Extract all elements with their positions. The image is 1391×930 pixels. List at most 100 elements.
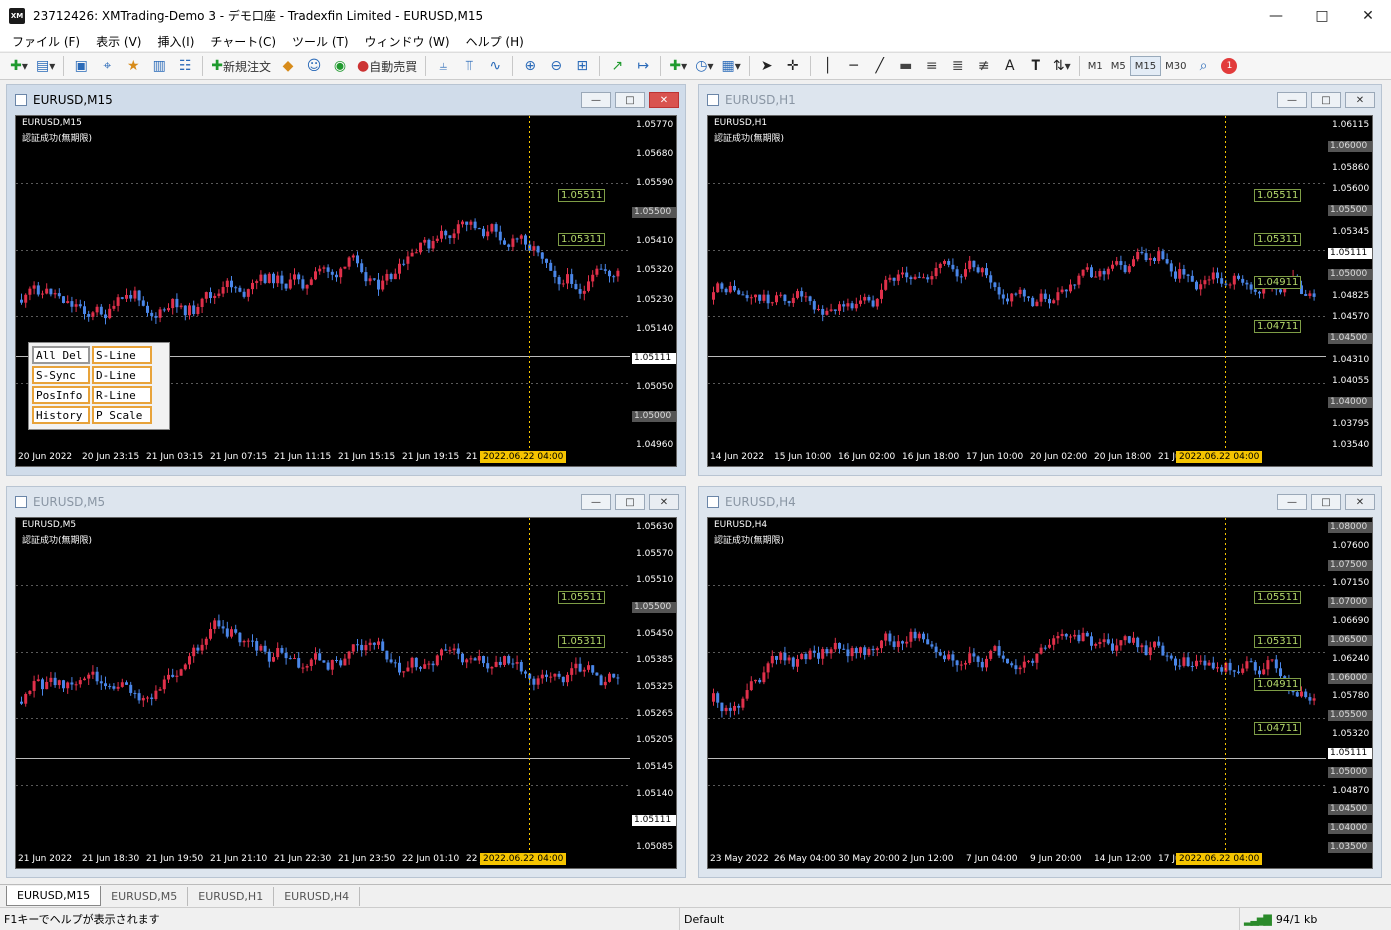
chart-minimize-button[interactable]: — (1277, 92, 1307, 108)
chart-maximize-button[interactable]: □ (1311, 92, 1341, 108)
level-label[interactable]: 1.04911 (1254, 678, 1302, 692)
panel-button-s-line[interactable]: S-Line (92, 346, 152, 364)
price-axis[interactable]: 1.05770 1.05680 1.05590 1.05500 1.05410 1.053… (630, 116, 678, 450)
time-axis[interactable]: 21 Jun 2022 21 Jun 18:30 21 Jun 19:50 21 Ju… (16, 852, 630, 866)
level-label[interactable]: 1.04911 (1254, 276, 1302, 290)
timeframe-m30[interactable]: M30 (1161, 56, 1190, 76)
autoscroll-button[interactable]: ↗ (606, 55, 628, 77)
panel-button-posinfo[interactable]: PosInfo (32, 386, 90, 404)
market-watch-button[interactable]: ▣ (70, 55, 92, 77)
level-label[interactable]: 1.05311 (558, 232, 606, 246)
panel-button-d-line[interactable]: D-Line (92, 366, 152, 384)
chart-maximize-button[interactable]: □ (615, 494, 645, 510)
chart-close-button[interactable]: ✕ (1345, 92, 1375, 108)
candle-chart-button[interactable]: ⫪ (458, 55, 480, 77)
chart-close-button[interactable]: ✕ (649, 494, 679, 510)
chart-window-eurusd-m5[interactable]: EURUSD,M5 — □ ✕ EURUSD,M5 認証成功(無期限) 1.0551… (6, 486, 686, 878)
data-window-button[interactable]: ⌖ (96, 55, 118, 77)
price-axis[interactable]: 1.05630 1.05570 1.05510 1.05500 1.05450 1.053… (630, 518, 678, 852)
time-axis[interactable]: 14 Jun 2022 15 Jun 10:00 16 Jun 02:00 16 Ju… (708, 450, 1326, 464)
new-chart-button[interactable]: ✚ ▾ (8, 55, 30, 77)
panel-button-all-del[interactable]: All Del (32, 346, 90, 364)
chart-canvas[interactable]: EURUSD,H4 認証成功(無期限) 1.05511 1.05311 1.04911 1… (707, 517, 1373, 869)
minimize-icon[interactable]: — (1253, 0, 1299, 31)
notifications-button[interactable]: 1 (1218, 55, 1240, 77)
chart-window-titlebar[interactable]: EURUSD,M5 — □ ✕ (7, 487, 685, 517)
chart-minimize-button[interactable]: — (1277, 494, 1307, 510)
tab-eurusd-h1[interactable]: EURUSD,H1 (188, 886, 275, 906)
fibo-button[interactable]: ≡ (921, 55, 943, 77)
templates-button[interactable]: ▦ ▾ (720, 55, 743, 77)
panel-button-p-scale[interactable]: P Scale (92, 406, 152, 424)
menu-help[interactable]: ヘルプ (H) (458, 33, 532, 50)
price-axis[interactable]: 1.08000 1.07600 1.07500 1.07150 1.07000 1.066… (1326, 518, 1374, 853)
text-button[interactable]: A (999, 55, 1021, 77)
chart-window-titlebar[interactable]: EURUSD,H1 — □ ✕ (699, 85, 1381, 115)
chart-window-eurusd-h1[interactable]: EURUSD,H1 — □ ✕ EURUSD,H1 認証成功(無期限) 1.0551… (698, 84, 1382, 476)
tab-eurusd-m15[interactable]: EURUSD,M15 (6, 886, 102, 906)
trendline-button[interactable]: ╱ (869, 55, 891, 77)
signals-button[interactable]: ◉ (329, 55, 351, 77)
menu-insert[interactable]: 挿入(I) (149, 33, 202, 50)
chart-window-eurusd-h4[interactable]: EURUSD,H4 — □ ✕ EURUSD,H4 認証成功(無期限) 1.0551… (698, 486, 1382, 878)
navigator-button[interactable]: ★ (122, 55, 144, 77)
panel-button-history[interactable]: History (32, 406, 90, 424)
vertical-line-button[interactable]: │ (817, 55, 839, 77)
price-axis[interactable]: 1.06115 1.06000 1.05860 1.05600 1.05500 1.053… (1326, 116, 1374, 450)
level-label[interactable]: 1.05311 (1254, 634, 1302, 648)
zoom-in-button[interactable]: ⊕ (519, 55, 541, 77)
level-label[interactable]: 1.05511 (1254, 189, 1302, 203)
level-label[interactable]: 1.04711 (1254, 319, 1302, 333)
panel-button-s-sync[interactable]: S-Sync (32, 366, 90, 384)
bar-chart-button[interactable]: ⫨ (432, 55, 454, 77)
tester-button[interactable]: ☷ (174, 55, 196, 77)
maximize-icon[interactable]: □ (1299, 0, 1345, 31)
auto-trading-button[interactable]: ● 自動売買 (355, 55, 419, 77)
text-label-button[interactable]: 𝐓 (1025, 55, 1047, 77)
chart-minimize-button[interactable]: — (581, 494, 611, 510)
menu-window[interactable]: ウィンドウ (W) (357, 33, 458, 50)
chart-canvas[interactable]: EURUSD,M15 認証成功(無期限) 1.05511 1.05311 1.05770… (15, 115, 677, 467)
timeframe-m5[interactable]: M5 (1107, 56, 1130, 76)
fibo-arc-button[interactable]: ≢ (973, 55, 995, 77)
menu-tools[interactable]: ツール (T) (284, 33, 357, 50)
horizontal-line-button[interactable]: ─ (843, 55, 865, 77)
community-button[interactable]: ☺ (303, 55, 325, 77)
new-order-button[interactable]: ✚ 新規注文 (209, 55, 273, 77)
panel-button-r-line[interactable]: R-Line (92, 386, 152, 404)
profiles-button[interactable]: ▤ ▾ (34, 55, 57, 77)
fibo-fan-button[interactable]: ≣ (947, 55, 969, 77)
chart-maximize-button[interactable]: □ (1311, 494, 1341, 510)
search-button[interactable]: ⌕ (1192, 55, 1214, 77)
terminal-button[interactable]: ▥ (148, 55, 170, 77)
chart-minimize-button[interactable]: — (581, 92, 611, 108)
tab-eurusd-h4[interactable]: EURUSD,H4 (274, 886, 361, 906)
menu-view[interactable]: 表示 (V) (88, 33, 149, 50)
indicators-button[interactable]: ✚ ▾ (667, 55, 689, 77)
timeframe-m1[interactable]: M1 (1084, 56, 1107, 76)
tab-eurusd-m5[interactable]: EURUSD,M5 (101, 886, 189, 906)
arrows-button[interactable]: ⇅ ▾ (1051, 55, 1073, 77)
chart-close-button[interactable]: ✕ (1345, 494, 1375, 510)
time-axis[interactable]: 20 Jun 2022 20 Jun 23:15 21 Jun 03:15 21 Ju… (16, 450, 630, 464)
chart-canvas[interactable]: EURUSD,H1 認証成功(無期限) 1.05511 1.05311 1.04911 1… (707, 115, 1373, 467)
level-label[interactable]: 1.05511 (558, 591, 606, 605)
chart-close-button[interactable]: ✕ (649, 92, 679, 108)
level-label[interactable]: 1.05311 (558, 634, 606, 648)
menu-chart[interactable]: チャート(C) (202, 33, 284, 50)
level-label[interactable]: 1.04711 (1254, 721, 1302, 735)
close-icon[interactable]: ✕ (1345, 0, 1391, 31)
zoom-out-button[interactable]: ⊖ (545, 55, 567, 77)
chart-maximize-button[interactable]: □ (615, 92, 645, 108)
chart-window-titlebar[interactable]: EURUSD,H4 — □ ✕ (699, 487, 1381, 517)
level-label[interactable]: 1.05311 (1254, 232, 1302, 246)
timeframe-m15[interactable]: M15 (1129, 56, 1162, 76)
menu-file[interactable]: ファイル (F) (4, 33, 88, 50)
level-label[interactable]: 1.05511 (1254, 591, 1302, 605)
chart-shift-button[interactable]: ↦ (632, 55, 654, 77)
chart-window-eurusd-m15[interactable]: EURUSD,M15 — □ ✕ EURUSD,M15 認証成功(無期限) 1.05… (6, 84, 686, 476)
rectangle-button[interactable]: ▬ (895, 55, 917, 77)
crosshair-button[interactable]: ✛ (782, 55, 804, 77)
periods-button[interactable]: ◷ ▾ (693, 55, 715, 77)
cursor-button[interactable]: ➤ (756, 55, 778, 77)
